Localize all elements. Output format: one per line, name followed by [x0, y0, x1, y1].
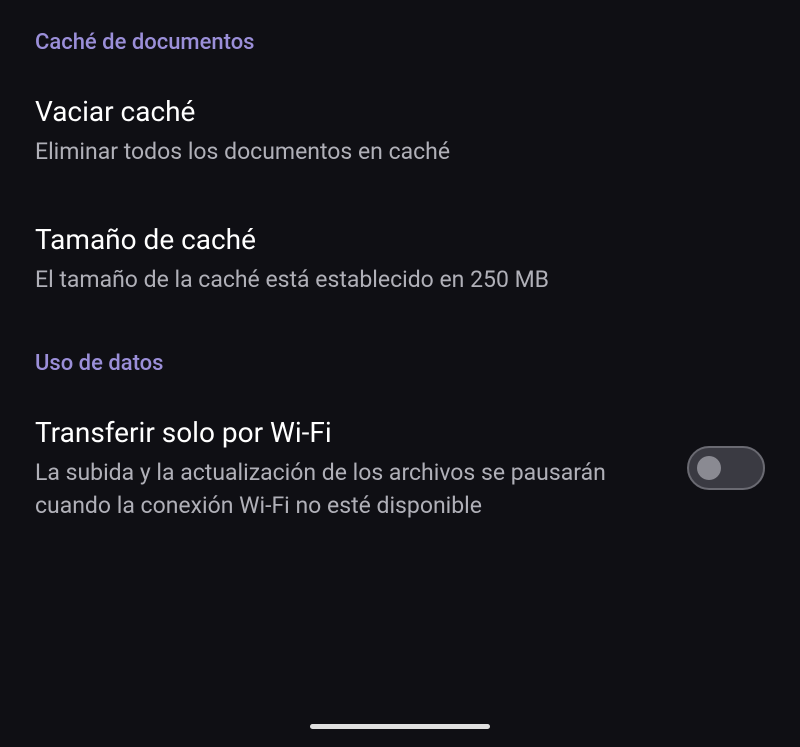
section-header-cache: Caché de documentos	[35, 30, 765, 55]
setting-cache-size[interactable]: Tamaño de caché El tamaño de la caché es…	[35, 223, 765, 296]
setting-description: El tamaño de la caché está establecido e…	[35, 264, 765, 296]
section-header-data-usage: Uso de datos	[35, 351, 765, 376]
setting-title: Tamaño de caché	[35, 223, 765, 256]
setting-title: Transferir solo por Wi-Fi	[35, 416, 657, 449]
setting-clear-cache[interactable]: Vaciar caché Eliminar todos los document…	[35, 95, 765, 168]
setting-description: Eliminar todos los documentos en caché	[35, 136, 765, 168]
setting-title: Vaciar caché	[35, 95, 765, 128]
settings-container: Caché de documentos Vaciar caché Elimina…	[0, 0, 800, 607]
setting-description: La subida y la actualización de los arch…	[35, 457, 657, 521]
wifi-only-toggle[interactable]	[687, 446, 765, 490]
setting-wifi-only[interactable]: Transferir solo por Wi-Fi La subida y la…	[35, 416, 765, 521]
toggle-thumb	[697, 456, 721, 480]
toggle-content: Transferir solo por Wi-Fi La subida y la…	[35, 416, 657, 521]
home-indicator[interactable]	[310, 724, 490, 729]
